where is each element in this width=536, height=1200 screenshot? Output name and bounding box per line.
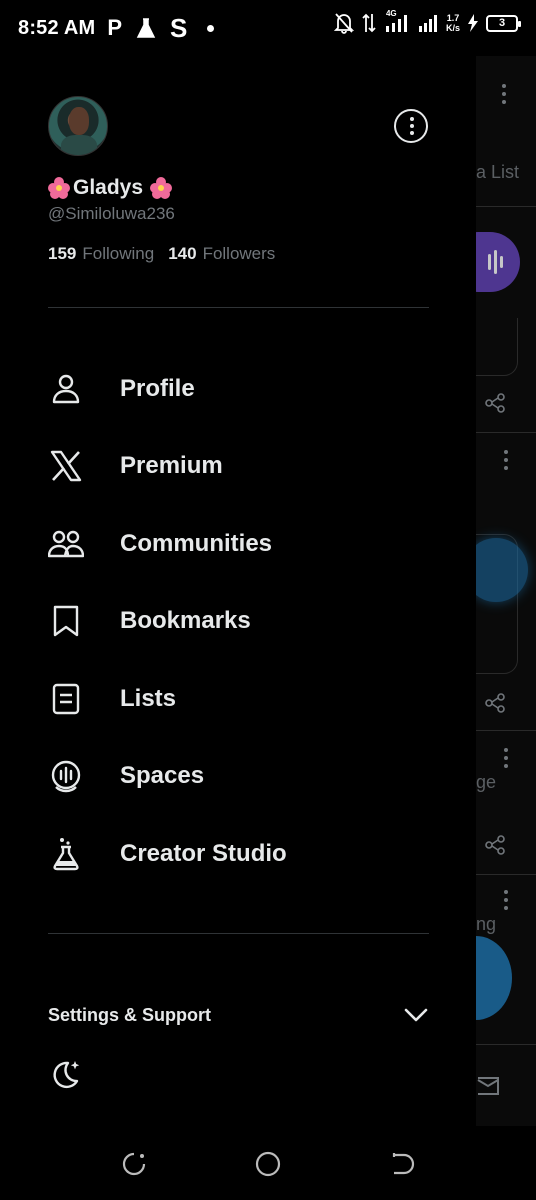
settings-support-toggle[interactable]: Settings & Support [48,1000,429,1030]
spaces-icon [51,761,81,793]
spaces-bubble [476,232,520,292]
user-handle: @Similoluwa236 [48,204,175,223]
avatar[interactable] [48,96,108,156]
signal-4g-icon: 4G [384,9,410,34]
divider [476,206,536,207]
menu-label: Spaces [120,762,205,790]
chevron-down-icon [404,1008,428,1022]
divider [48,307,429,308]
recent-apps-icon[interactable] [120,1150,148,1178]
messages-icon [477,1077,499,1095]
more-vertical-icon [504,890,508,914]
share-icon [485,393,505,413]
s-app-icon: S [170,12,188,43]
menu-label: Lists [120,684,177,712]
dot-icon [207,24,215,32]
menu-label: Communities [120,529,273,557]
menu-item-creator-studio[interactable]: Creator Studio [0,815,476,893]
share-icon [485,835,505,855]
person-icon [52,374,80,403]
card-outline [476,318,518,376]
menu-label: Creator Studio [120,839,287,867]
menu-item-lists[interactable]: Lists [0,660,476,738]
more-vertical-icon [504,450,508,474]
settings-support-label: Settings & Support [48,1004,211,1025]
home-icon[interactable] [254,1150,282,1178]
following-count[interactable]: 159 [48,244,76,264]
system-nav-bar [0,1126,536,1200]
fab-circle [476,936,512,1020]
status-bar: 8:52 AM P S 4G 1.7 K/s 3 [0,0,536,56]
background-snippet: ng [476,914,497,934]
divider [476,730,536,731]
data-arrows-icon [362,13,376,33]
more-options-icon[interactable] [394,109,428,143]
following-label[interactable]: Following [82,244,154,264]
menu-item-profile[interactable]: Profile [0,350,476,428]
more-vertical-icon [504,748,508,772]
menu-item-premium[interactable]: Premium [0,428,476,506]
followers-label[interactable]: Followers [203,244,276,264]
divider [476,874,536,875]
bell-off-icon [333,13,354,34]
status-right: 4G 1.7 K/s 3 [333,9,521,34]
moon-icon[interactable] [48,1057,82,1091]
flask-icon [136,18,156,38]
navigation-drawer: Gladys @Similoluwa236 159 Following 140 … [0,56,476,1126]
display-name[interactable]: Gladys [48,176,173,200]
share-icon [485,693,505,713]
menu-label: Premium [120,452,223,480]
menu-label: Profile [120,374,195,402]
background-snippet: a List [476,162,520,182]
menu-item-bookmarks[interactable]: Bookmarks [0,583,476,661]
signal-icon [418,15,437,32]
list-icon [52,683,80,714]
p-app-icon: P [107,15,123,40]
divider [476,432,536,433]
menu-item-communities[interactable]: Communities [0,505,476,583]
x-logo-icon [50,451,82,482]
followers-count[interactable]: 140 [168,244,196,264]
drawer-menu: Profile Premium Communities Bookmarks Li… [0,350,476,893]
menu-item-spaces[interactable]: Spaces [0,738,476,816]
divider [476,1044,536,1045]
notification-icons: P S [107,12,215,44]
communities-icon [48,530,84,557]
charging-icon [468,14,478,32]
background-timeline: a List ge ng [476,56,536,1126]
back-icon[interactable] [388,1150,416,1178]
more-vertical-icon [502,84,506,108]
background-snippet: ge [476,772,497,792]
battery-icon: 3 [486,14,521,32]
hibiscus-emoji-icon [48,177,70,199]
menu-label: Bookmarks [120,607,251,635]
hibiscus-emoji-icon [150,177,173,199]
network-speed: 1.7 K/s [445,13,460,33]
compose-fab [476,538,528,602]
display-name-text: Gladys [73,176,144,199]
flask-icon [53,837,79,870]
divider [48,933,429,934]
bookmark-icon [53,606,79,637]
status-time: 8:52 AM [18,16,96,39]
follow-stats: 159 Following 140 Followers [48,244,283,264]
